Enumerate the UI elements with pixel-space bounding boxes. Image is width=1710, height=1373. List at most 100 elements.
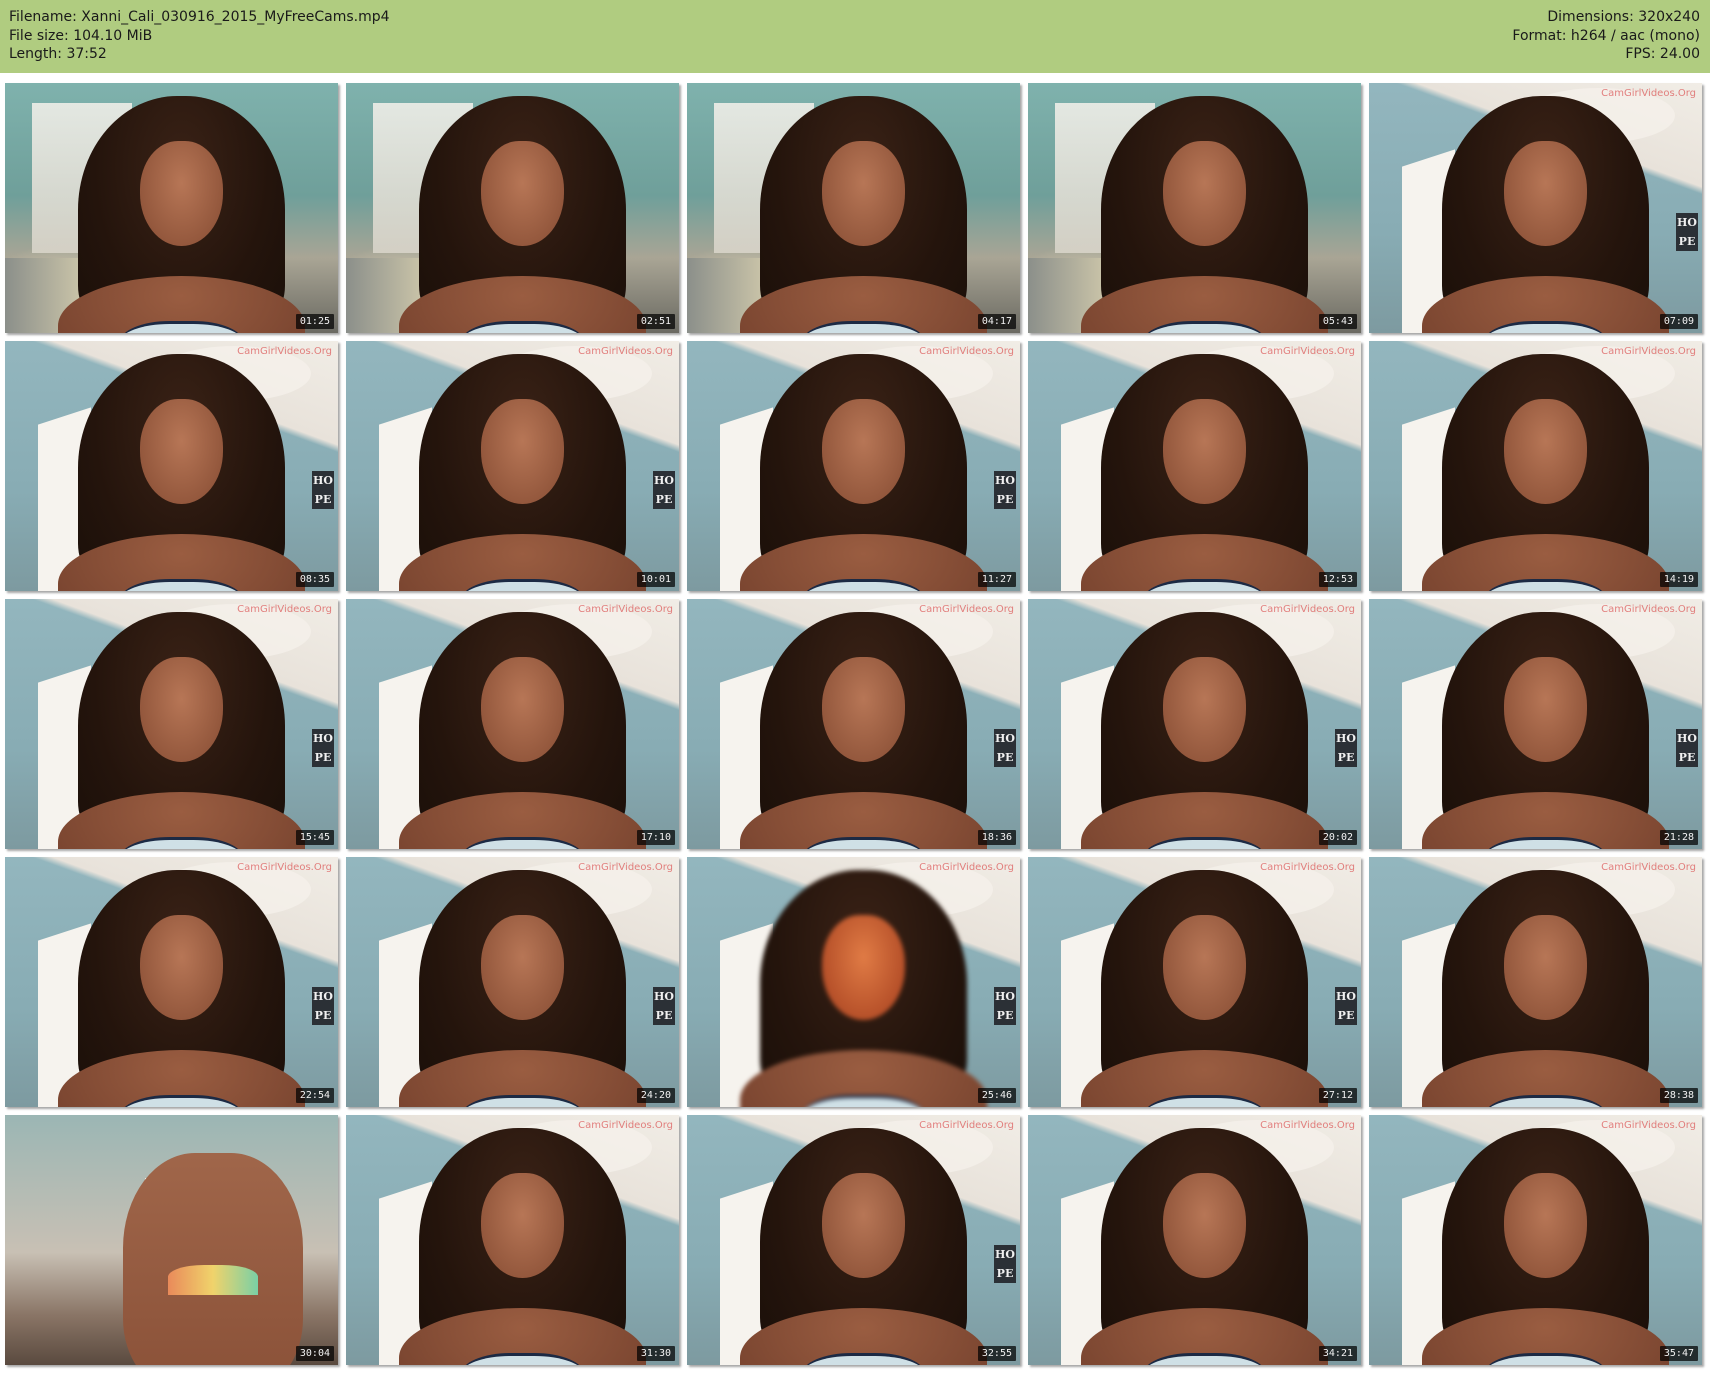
- person-figure: [1080, 95, 1329, 333]
- hope-sign-line: PE: [1337, 751, 1355, 764]
- person-figure: [1080, 611, 1329, 849]
- person-figure: [739, 1127, 988, 1365]
- video-thumbnail[interactable]: 04:17: [687, 83, 1020, 333]
- frame-image: [5, 599, 338, 849]
- timestamp-label: 18:36: [977, 830, 1016, 845]
- frame-image: [1369, 1115, 1702, 1365]
- hope-sign-line: HO: [654, 474, 674, 487]
- person-figure: [739, 353, 988, 591]
- face-shape: [1504, 140, 1587, 246]
- face-shape: [822, 398, 905, 504]
- video-thumbnail[interactable]: HO PE CamGirlVideos.Org 27:12: [1028, 857, 1361, 1107]
- face-shape: [140, 656, 223, 762]
- hope-sign-line: PE: [996, 1009, 1014, 1022]
- video-thumbnail[interactable]: HO PE CamGirlVideos.Org 07:09: [1369, 83, 1702, 333]
- watermark-text: CamGirlVideos.Org: [1601, 1120, 1696, 1131]
- hope-sign: HO PE: [653, 471, 675, 509]
- watermark-text: CamGirlVideos.Org: [919, 1120, 1014, 1131]
- info-header: Filename: Xanni_Cali_030916_2015_MyFreeC…: [0, 0, 1710, 73]
- hope-sign-line: PE: [996, 751, 1014, 764]
- frame-image: [687, 1115, 1020, 1365]
- format-info: Dimensions: 320x240 Format: h264 / aac (…: [1512, 8, 1700, 64]
- face-shape: [1504, 656, 1587, 762]
- face-shape: [822, 140, 905, 246]
- watermark-text: CamGirlVideos.Org: [237, 346, 332, 357]
- person-figure: [1421, 869, 1670, 1107]
- frame-image: [5, 341, 338, 591]
- video-thumbnail[interactable]: HO PE CamGirlVideos.Org 15:45: [5, 599, 338, 849]
- video-thumbnail[interactable]: HO PE CamGirlVideos.Org 21:28: [1369, 599, 1702, 849]
- video-thumbnail[interactable]: CamGirlVideos.Org 31:30: [346, 1115, 679, 1365]
- hope-sign-line: PE: [1678, 235, 1696, 248]
- frame-image: [1369, 341, 1702, 591]
- video-thumbnail[interactable]: HO PE CamGirlVideos.Org 11:27: [687, 341, 1020, 591]
- video-thumbnail[interactable]: CamGirlVideos.Org 34:21: [1028, 1115, 1361, 1365]
- video-thumbnail[interactable]: HO PE CamGirlVideos.Org 32:55: [687, 1115, 1020, 1365]
- hope-sign-line: PE: [314, 751, 332, 764]
- watermark-text: CamGirlVideos.Org: [237, 862, 332, 873]
- video-thumbnail[interactable]: 02:51: [346, 83, 679, 333]
- hope-sign-line: PE: [996, 1267, 1014, 1280]
- person-figure: [739, 869, 988, 1107]
- video-thumbnail[interactable]: CamGirlVideos.Org 14:19: [1369, 341, 1702, 591]
- person-figure: [123, 1128, 304, 1365]
- hope-sign: HO PE: [1335, 729, 1357, 767]
- video-thumbnail[interactable]: 05:43: [1028, 83, 1361, 333]
- video-thumbnail[interactable]: CamGirlVideos.Org 35:47: [1369, 1115, 1702, 1365]
- filename-text: Filename: Xanni_Cali_030916_2015_MyFreeC…: [9, 9, 390, 25]
- timestamp-label: 10:01: [636, 572, 675, 587]
- person-figure: [57, 611, 306, 849]
- hope-sign-line: PE: [996, 493, 1014, 506]
- hope-sign-line: HO: [1336, 990, 1356, 1003]
- person-figure: [1421, 95, 1670, 333]
- hope-sign-line: PE: [655, 493, 673, 506]
- video-thumbnail[interactable]: HO PE CamGirlVideos.Org 24:20: [346, 857, 679, 1107]
- hope-sign-line: HO: [313, 990, 333, 1003]
- timestamp-label: 20:02: [1318, 830, 1357, 845]
- watermark-text: CamGirlVideos.Org: [1601, 604, 1696, 615]
- watermark-text: CamGirlVideos.Org: [1260, 862, 1355, 873]
- person-figure: [1421, 1127, 1670, 1365]
- frame-image: [1369, 83, 1702, 333]
- video-thumbnail[interactable]: HO PE CamGirlVideos.Org 18:36: [687, 599, 1020, 849]
- video-thumbnail[interactable]: 30:04: [5, 1115, 338, 1365]
- video-thumbnail[interactable]: HO PE CamGirlVideos.Org 22:54: [5, 857, 338, 1107]
- video-thumbnail[interactable]: HO PE CamGirlVideos.Org 20:02: [1028, 599, 1361, 849]
- frame-image: [346, 341, 679, 591]
- timestamp-label: 34:21: [1318, 1346, 1357, 1361]
- video-thumbnail[interactable]: CamGirlVideos.Org 17:10: [346, 599, 679, 849]
- face-shape: [481, 656, 564, 762]
- frame-image: [1369, 857, 1702, 1107]
- video-thumbnail[interactable]: CamGirlVideos.Org 12:53: [1028, 341, 1361, 591]
- frame-image: [1028, 1115, 1361, 1365]
- top-shape: [168, 1265, 259, 1295]
- video-thumbnail[interactable]: HO PE CamGirlVideos.Org 10:01: [346, 341, 679, 591]
- face-shape: [140, 140, 223, 246]
- hope-sign-line: PE: [1337, 1009, 1355, 1022]
- watermark-text: CamGirlVideos.Org: [1601, 346, 1696, 357]
- timestamp-label: 28:38: [1659, 1088, 1698, 1103]
- hope-sign: HO PE: [994, 471, 1016, 509]
- video-thumbnail[interactable]: HO PE CamGirlVideos.Org 08:35: [5, 341, 338, 591]
- face-shape: [140, 914, 223, 1020]
- video-thumbnail[interactable]: 01:25: [5, 83, 338, 333]
- watermark-text: CamGirlVideos.Org: [1260, 346, 1355, 357]
- hope-sign: HO PE: [994, 987, 1016, 1025]
- timestamp-label: 07:09: [1659, 314, 1698, 329]
- hope-sign: HO PE: [994, 1245, 1016, 1283]
- video-thumbnail[interactable]: CamGirlVideos.Org 28:38: [1369, 857, 1702, 1107]
- timestamp-label: 05:43: [1318, 314, 1357, 329]
- watermark-text: CamGirlVideos.Org: [578, 1120, 673, 1131]
- face-shape: [481, 398, 564, 504]
- hope-sign-line: PE: [655, 1009, 673, 1022]
- timestamp-label: 30:04: [295, 1346, 334, 1361]
- face-shape: [1163, 140, 1246, 246]
- frame-image: [687, 857, 1020, 1107]
- watermark-text: CamGirlVideos.Org: [1601, 88, 1696, 99]
- watermark-text: CamGirlVideos.Org: [1260, 1120, 1355, 1131]
- person-figure: [1421, 353, 1670, 591]
- hope-sign-line: HO: [995, 1248, 1015, 1261]
- timestamp-label: 02:51: [636, 314, 675, 329]
- video-thumbnail[interactable]: HO PE CamGirlVideos.Org 25:46: [687, 857, 1020, 1107]
- person-figure: [398, 95, 647, 333]
